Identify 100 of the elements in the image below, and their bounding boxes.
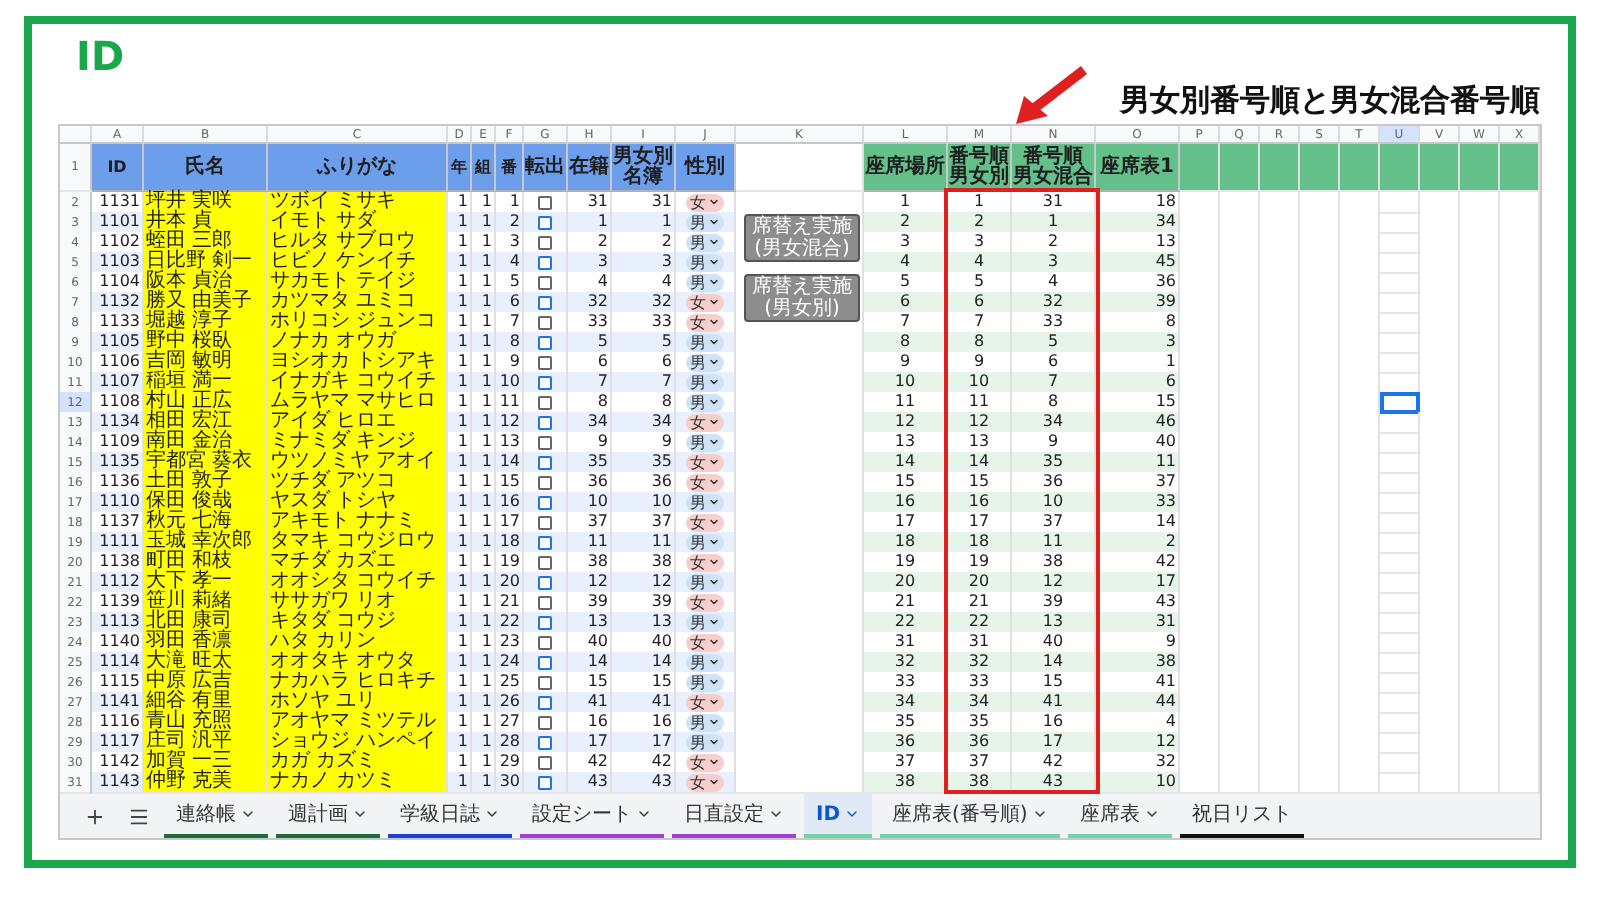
checkbox[interactable] [538, 595, 552, 609]
gender-dropdown[interactable]: 男 [686, 613, 724, 631]
gender-dropdown[interactable]: 男 [686, 533, 724, 551]
table-cell: ミナミダ キンジ [268, 432, 448, 454]
table-cell: 7 [1012, 372, 1096, 394]
checkbox[interactable] [538, 295, 552, 309]
gender-dropdown[interactable]: 男 [686, 373, 724, 391]
gender-dropdown[interactable]: 女 [686, 693, 724, 711]
checkbox[interactable] [538, 535, 552, 549]
sheet-tab[interactable]: 週計画 [276, 794, 380, 838]
checkbox[interactable] [538, 695, 552, 709]
table-cell: 8 [496, 332, 524, 354]
table-cell: 26 [496, 692, 524, 714]
table-cell: 11 [496, 392, 524, 414]
checkbox[interactable] [538, 195, 552, 209]
table-cell: 42 [1012, 752, 1096, 774]
table-cell: 1 [448, 752, 472, 774]
checkbox[interactable] [538, 215, 552, 229]
checkbox[interactable] [538, 495, 552, 509]
gender-dropdown[interactable]: 女 [686, 633, 724, 651]
table-cell: 1137 [92, 512, 144, 534]
gender-dropdown[interactable]: 男 [686, 433, 724, 451]
checkbox[interactable] [538, 755, 552, 769]
gender-dropdown[interactable]: 男 [686, 713, 724, 731]
table-cell: 42 [612, 752, 676, 774]
table-cell: 9 [568, 432, 612, 454]
checkbox[interactable] [538, 415, 552, 429]
gender-dropdown[interactable]: 男 [686, 673, 724, 691]
checkbox[interactable] [538, 655, 552, 669]
checkbox[interactable] [538, 355, 552, 369]
sheet-tab[interactable]: 日直設定 [672, 794, 796, 838]
checkbox[interactable] [538, 275, 552, 289]
table-cell: 1 [448, 772, 472, 794]
sheet-tab[interactable]: 学級日誌 [388, 794, 512, 838]
checkbox[interactable] [538, 455, 552, 469]
table-cell: 1112 [92, 572, 144, 594]
gender-dropdown[interactable]: 女 [686, 453, 724, 471]
checkbox[interactable] [538, 515, 552, 529]
gender-dropdown[interactable]: 男 [686, 733, 724, 751]
sheet-tab[interactable]: 連絡帳 [164, 794, 268, 838]
gender-dropdown[interactable]: 男 [686, 493, 724, 511]
table-cell: ヨシオカ トシアキ [268, 352, 448, 374]
gender-dropdown[interactable]: 女 [686, 593, 724, 611]
table-cell: 1 [448, 612, 472, 634]
checkbox[interactable] [538, 395, 552, 409]
gender-dropdown[interactable]: 男 [686, 653, 724, 671]
gender-dropdown[interactable]: 女 [686, 513, 724, 531]
table-cell: 17 [568, 732, 612, 754]
shuffle-button[interactable]: 席替え実施 (男女混合) [744, 214, 860, 262]
checkbox[interactable] [538, 735, 552, 749]
table-cell: 5 [568, 332, 612, 354]
gender-dropdown[interactable]: 女 [686, 753, 724, 771]
table-cell: 32 [948, 652, 1012, 674]
gender-dropdown[interactable]: 男 [686, 233, 724, 251]
gender-dropdown[interactable]: 男 [686, 253, 724, 271]
checkbox[interactable] [538, 315, 552, 329]
checkbox[interactable] [538, 715, 552, 729]
checkbox[interactable] [538, 775, 552, 789]
checkbox[interactable] [538, 235, 552, 249]
table-cell: 5 [496, 272, 524, 294]
table-cell: 1139 [92, 592, 144, 614]
gender-dropdown[interactable]: 男 [686, 273, 724, 291]
corner-cell[interactable] [60, 126, 92, 144]
checkbox[interactable] [538, 575, 552, 589]
gender-dropdown[interactable]: 男 [686, 393, 724, 411]
table-cell: 40 [1012, 632, 1096, 654]
checkbox[interactable] [538, 555, 552, 569]
checkbox[interactable] [538, 615, 552, 629]
gender-dropdown[interactable]: 男 [686, 573, 724, 591]
gender-dropdown[interactable]: 男 [686, 213, 724, 231]
shuffle-button[interactable]: 席替え実施 (男女別) [744, 274, 860, 322]
table-cell: 5 [612, 332, 676, 354]
checkbox[interactable] [538, 255, 552, 269]
table-cell: 36 [1012, 472, 1096, 494]
checkbox[interactable] [538, 375, 552, 389]
checkbox[interactable] [538, 435, 552, 449]
gender-dropdown[interactable]: 女 [686, 313, 724, 331]
sheet-tab[interactable]: 座席表(番号順) [880, 794, 1060, 838]
checkbox[interactable] [538, 335, 552, 349]
gender-dropdown[interactable]: 男 [686, 333, 724, 351]
checkbox[interactable] [538, 635, 552, 649]
table-cell: 9 [612, 432, 676, 454]
table-cell: 22 [948, 612, 1012, 634]
gender-dropdown[interactable]: 女 [686, 193, 724, 211]
gender-dropdown[interactable]: 女 [686, 773, 724, 791]
table-cell: ナカハラ ヒロキチ [268, 672, 448, 694]
table-cell: 仲野 克美 [144, 772, 268, 794]
sheet-tab[interactable]: 設定シート [520, 794, 664, 838]
gender-dropdown[interactable]: 男 [686, 353, 724, 371]
checkbox[interactable] [538, 475, 552, 489]
sheet-tab[interactable]: 座席表 [1067, 794, 1172, 838]
table-cell: 40 [612, 632, 676, 654]
gender-dropdown[interactable]: 女 [686, 553, 724, 571]
checkbox[interactable] [538, 675, 552, 689]
gender-dropdown[interactable]: 女 [686, 473, 724, 491]
sheet-tab[interactable]: 祝日リスト [1179, 794, 1304, 838]
gender-dropdown[interactable]: 女 [686, 413, 724, 431]
gender-dropdown[interactable]: 女 [686, 293, 724, 311]
table-cell: 1111 [92, 532, 144, 554]
sheet-tab[interactable]: ID [804, 794, 873, 838]
